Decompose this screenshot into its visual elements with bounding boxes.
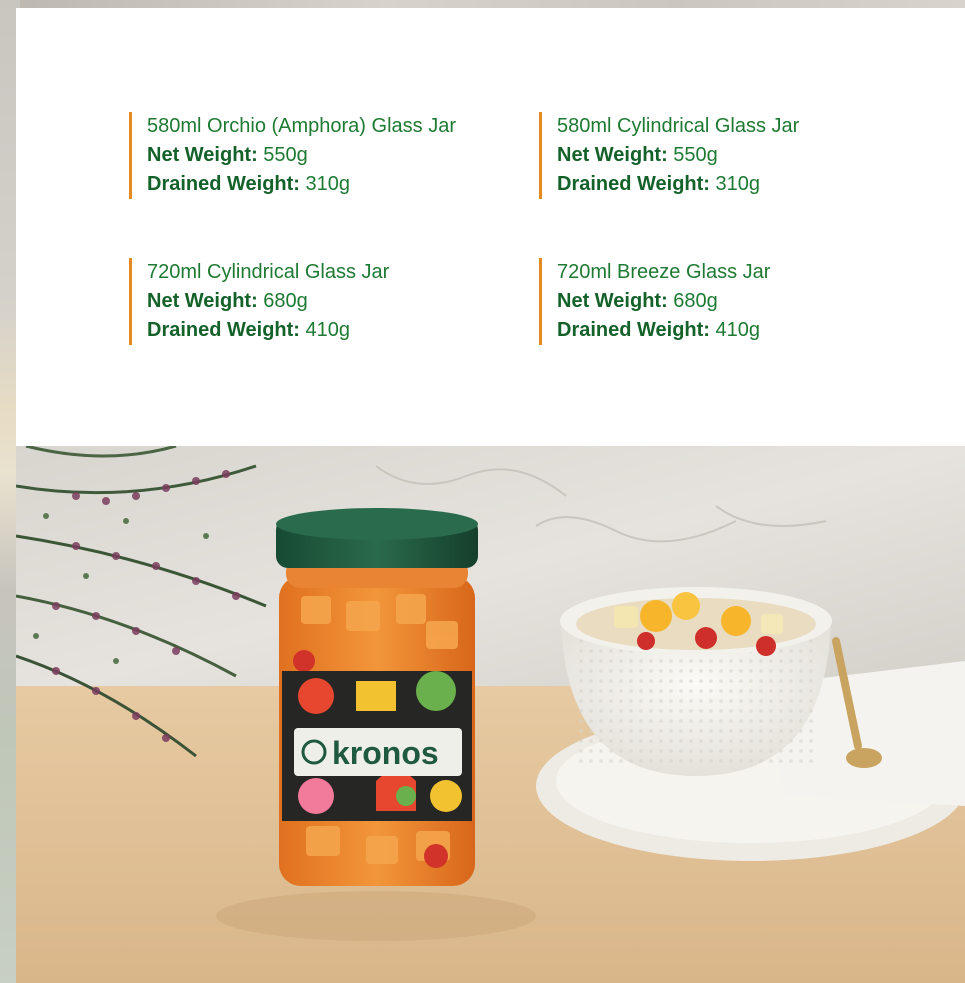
drained-weight-row: Drained Weight: 310g: [147, 170, 456, 199]
product-spec-card: 580ml Orchio (Amphora) Glass Jar Net Wei…: [16, 8, 965, 446]
product-photo-illustration: kronos: [16, 446, 965, 983]
jar-lid-top: [276, 508, 478, 540]
spec-block-orchio-580: 580ml Orchio (Amphora) Glass Jar Net Wei…: [129, 112, 456, 199]
net-weight-value: 680g: [263, 290, 308, 312]
net-weight-row: Net Weight: 680g: [557, 287, 770, 316]
background-photo-top-edge: [0, 0, 965, 8]
net-weight-value: 550g: [263, 144, 308, 166]
net-weight-value: 680g: [673, 290, 718, 312]
drained-weight-row: Drained Weight: 310g: [557, 170, 799, 199]
jar-cherry: [293, 650, 315, 672]
net-weight-label: Net Weight:: [147, 144, 258, 166]
drained-weight-label: Drained Weight:: [147, 319, 300, 341]
drained-weight-label: Drained Weight:: [147, 173, 300, 195]
spec-block-cylindrical-720: 720ml Cylindrical Glass Jar Net Weight: …: [129, 258, 389, 345]
drained-weight-label: Drained Weight:: [557, 173, 710, 195]
drained-weight-value: 310g: [305, 173, 351, 195]
drained-weight-value: 410g: [305, 319, 351, 341]
net-weight-row: Net Weight: 680g: [147, 287, 389, 316]
spec-block-cylindrical-580: 580ml Cylindrical Glass Jar Net Weight: …: [539, 112, 799, 199]
drained-weight-value: 310g: [715, 173, 761, 195]
jar-brand-text: kronos: [332, 735, 439, 771]
bowl-texture: [576, 636, 816, 766]
kronos-jar: kronos: [276, 508, 478, 886]
drained-weight-value: 410g: [715, 319, 761, 341]
spec-title: 720ml Breeze Glass Jar: [557, 261, 771, 283]
net-weight-value: 550g: [673, 144, 718, 166]
spec-title: 580ml Orchio (Amphora) Glass Jar: [147, 115, 456, 137]
spec-title: 720ml Cylindrical Glass Jar: [147, 261, 390, 283]
product-photo: kronos: [16, 446, 965, 983]
net-weight-row: Net Weight: 550g: [557, 141, 799, 170]
net-weight-label: Net Weight:: [557, 290, 668, 312]
net-weight-label: Net Weight:: [557, 144, 668, 166]
table-shadow: [216, 891, 536, 941]
spoon-head: [846, 748, 882, 768]
drained-weight-row: Drained Weight: 410g: [147, 316, 389, 345]
drained-weight-label: Drained Weight:: [557, 319, 710, 341]
spec-title: 580ml Cylindrical Glass Jar: [557, 115, 800, 137]
spec-block-breeze-720: 720ml Breeze Glass Jar Net Weight: 680g …: [539, 258, 770, 345]
drained-weight-row: Drained Weight: 410g: [557, 316, 770, 345]
net-weight-row: Net Weight: 550g: [147, 141, 456, 170]
net-weight-label: Net Weight:: [147, 290, 258, 312]
jar-cherry: [424, 844, 448, 868]
